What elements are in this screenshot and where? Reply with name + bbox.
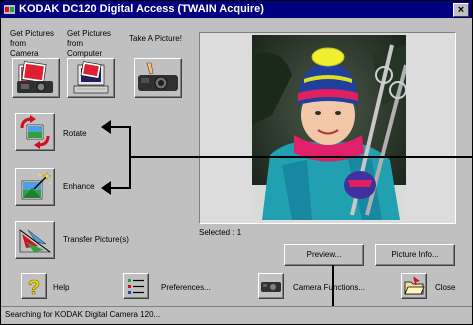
camera-functions-label: Camera Functions... xyxy=(293,283,366,292)
camera-photos-icon xyxy=(17,61,53,93)
transfer-pictures-icon xyxy=(19,229,51,253)
status-bar: Searching for KODAK Digital Camera 120..… xyxy=(1,306,472,324)
selected-count: Selected : 1 xyxy=(199,228,242,237)
transfer-pictures-button[interactable] xyxy=(15,221,55,259)
svg-text:?: ? xyxy=(28,277,40,298)
rotate-label: Rotate xyxy=(63,129,87,138)
preferences-button[interactable] xyxy=(123,273,149,299)
app-window: KODAK DC120 Digital Access (TWAIN Acquir… xyxy=(0,0,473,325)
rotate-icon xyxy=(20,115,50,149)
enhance-label: Enhance xyxy=(63,182,95,191)
get-from-computer-button[interactable] xyxy=(67,58,115,98)
preview-button[interactable]: Preview... xyxy=(284,244,364,266)
help-question-icon: ? xyxy=(28,277,41,298)
window-title: KODAK DC120 Digital Access (TWAIN Acquir… xyxy=(19,3,264,15)
help-button[interactable]: ? xyxy=(21,273,47,299)
camera-functions-button[interactable] xyxy=(258,273,284,299)
camera-shutter-icon xyxy=(138,62,178,91)
photo-girl-with-ski-poles xyxy=(252,35,406,220)
from-camera-label: Get Pictures from Camera xyxy=(10,29,55,58)
selected-photo[interactable] xyxy=(252,35,406,220)
arrow-head-left-icon xyxy=(101,181,111,195)
annotation-arrow-horizontal xyxy=(131,156,472,158)
preferences-label: Preferences... xyxy=(161,283,211,292)
preview-area xyxy=(199,32,456,224)
transfer-pictures-label: Transfer Picture(s) xyxy=(63,235,129,244)
close-window-button[interactable]: × xyxy=(453,3,469,17)
from-computer-label: Get Pictures from Computer xyxy=(67,29,112,58)
computer-photos-icon xyxy=(73,61,109,94)
folder-exit-icon xyxy=(404,276,425,295)
close-label: Close xyxy=(435,283,456,292)
camera-icon xyxy=(261,282,281,292)
annotation-arrow-top xyxy=(109,126,129,128)
enhance-icon xyxy=(21,171,52,200)
status-text: Searching for KODAK Digital Camera 120..… xyxy=(5,310,161,319)
app-icon xyxy=(4,5,15,14)
close-button[interactable] xyxy=(401,273,427,299)
picture-info-button[interactable]: Picture Info... xyxy=(375,244,455,266)
rotate-button[interactable] xyxy=(15,113,55,151)
help-label: Help xyxy=(53,283,70,292)
enhance-button[interactable] xyxy=(15,168,55,206)
annotation-arrow-bottom xyxy=(109,187,129,189)
title-bar[interactable]: KODAK DC120 Digital Access (TWAIN Acquir… xyxy=(1,1,472,18)
get-from-camera-button[interactable] xyxy=(12,58,60,98)
take-picture-button[interactable] xyxy=(134,58,182,98)
preferences-list-icon xyxy=(128,279,144,294)
arrow-head-left-icon xyxy=(101,120,111,134)
take-picture-label: Take A Picture! xyxy=(129,34,182,43)
